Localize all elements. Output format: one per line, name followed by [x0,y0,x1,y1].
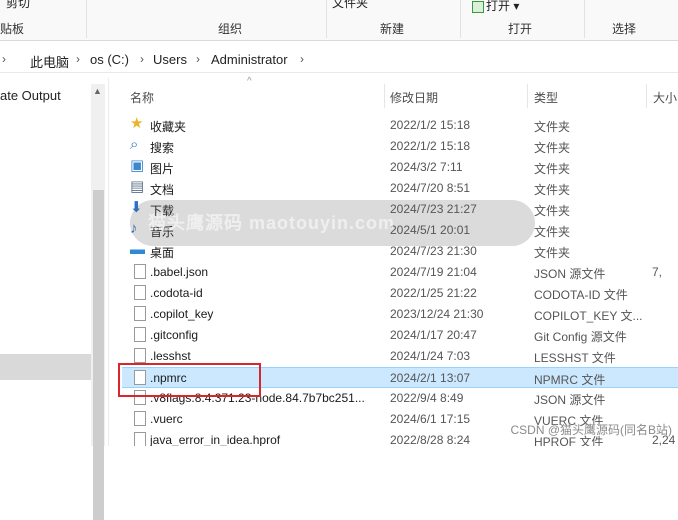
group-clipboard-label: 贴板 [0,22,25,36]
group-select-label: 选择 [612,22,637,36]
breadcrumb-administrator[interactable]: Administrator [211,52,288,67]
open-icon [472,0,484,13]
ribbon: 剪切 文件夹 打开 ▾ 贴板 组织 新建 打开 选择 [0,0,678,41]
group-new-label: 新建 [380,22,405,36]
file-name: .gitconfig [150,328,199,342]
chevron-right-icon[interactable]: › [76,52,80,66]
file-date: 2024/1/17 20:47 [390,328,477,342]
file-row[interactable]: ★ 收藏夹 2022/1/2 15:18 文件夹 [122,115,678,136]
ribbon-divider [86,0,87,38]
file-date: 2022/1/2 15:18 [390,139,471,153]
file-date: 2022/9/4 8:49 [390,391,464,405]
file-date: 2023/12/24 21:30 [390,307,484,321]
file-name: .codota-id [150,286,203,300]
file-type: JSON 源文件 [534,267,606,281]
nav-scrollbar-thumb[interactable] [93,190,104,520]
file-name: 图片 [150,162,175,176]
file-icon [134,285,146,300]
file-row[interactable]: .babel.json 2024/7/19 21:04 JSON 源文件 7, [122,262,678,283]
chevron-right-icon[interactable]: › [300,52,304,66]
highlight-annotation-box [118,363,261,397]
file-name: .lesshst [150,349,191,363]
chevron-right-icon[interactable]: › [196,52,200,66]
scroll-up-arrow-icon[interactable]: ▲ [93,86,102,96]
open-caret-icon[interactable]: ▾ [513,0,519,13]
picture-icon: ▣ [130,157,145,174]
file-name: 收藏夹 [150,120,187,134]
column-divider[interactable] [527,84,528,108]
document-icon: ▤ [130,178,145,195]
file-type: CODOTA-ID 文件 [534,288,628,302]
file-type: 文件夹 [534,183,571,197]
file-icon [134,264,146,279]
file-date: 2024/7/20 8:51 [390,181,471,195]
new-folder-button[interactable]: 文件夹 [332,0,368,11]
file-icon [134,306,146,321]
file-type: 文件夹 [534,204,571,218]
file-type: 文件夹 [534,141,571,155]
file-name: java_error_in_idea.hprof [150,433,281,446]
star-icon: ★ [130,115,144,132]
file-name: .vuerc [150,412,183,426]
navigation-pane: ate Output ▲ [0,78,109,520]
file-type: JSON 源文件 [534,393,606,407]
breadcrumb-drive-c[interactable]: os (C:) [90,52,129,67]
file-type: NPMRC 文件 [534,373,606,387]
file-type: 文件夹 [534,162,571,176]
file-name: 搜索 [150,141,175,155]
file-date: 2024/7/23 21:30 [390,244,477,258]
chevron-right-icon: › [2,52,6,66]
file-name: 文档 [150,183,175,197]
chevron-right-icon[interactable]: › [140,52,144,66]
file-type: Git Config 源文件 [534,330,627,344]
file-date: 2022/1/2 15:18 [390,118,471,132]
file-icon [134,411,146,426]
cut-button[interactable]: 剪切 [6,0,30,11]
ribbon-divider [460,0,461,38]
nav-item[interactable]: ate Output [0,88,61,103]
file-type: 文件夹 [534,225,571,239]
file-row[interactable]: ▣ 图片 2024/3/2 7:11 文件夹 [122,157,678,178]
open-button-label: 打开 [486,0,511,13]
file-date: 2024/2/1 13:07 [390,371,471,385]
file-icon [134,327,146,342]
ribbon-divider [326,0,327,38]
file-date: 2024/6/1 17:15 [390,412,471,426]
file-row[interactable]: ⌕ 搜索 2022/1/2 15:18 文件夹 [122,136,678,157]
file-date: 2024/1/24 7:03 [390,349,471,363]
file-type: COPILOT_KEY 文... [534,309,643,323]
breadcrumb-this-pc[interactable]: 此电脑 [30,52,69,71]
file-date: 2024/3/2 7:11 [390,160,463,174]
sort-ascending-icon: ^ [247,76,252,87]
magnifier-icon: ⌕ [130,136,139,153]
column-divider[interactable] [646,84,647,108]
open-button[interactable]: 打开 ▾ [472,0,519,14]
file-size: 7, [652,265,663,279]
address-bar[interactable]: › 此电脑 › os (C:) › Users › Administrator … [0,46,678,73]
file-row[interactable]: .gitconfig 2024/1/17 20:47 Git Config 源文件 [122,325,678,346]
file-type: LESSHST 文件 [534,351,616,365]
csdn-watermark: CSDN @猫头鹰源码(同名B站) [510,423,672,437]
watermark: 猫头鹰源码 maotouyin.com [130,200,535,246]
ribbon-divider [584,0,585,38]
file-type: 文件夹 [534,246,571,260]
group-open-label: 打开 [508,22,533,36]
file-name: 桌面 [150,246,175,260]
group-organize-label: 组织 [218,22,243,36]
breadcrumb-users[interactable]: Users [153,52,187,67]
file-icon [134,432,146,446]
file-row[interactable]: .codota-id 2022/1/25 21:22 CODOTA-ID 文件 [122,283,678,304]
nav-item-selected[interactable] [0,354,91,380]
file-date: 2022/1/25 21:22 [390,286,477,300]
file-name: .babel.json [150,265,209,279]
file-date: 2022/8/28 8:24 [390,433,471,446]
file-row[interactable]: .copilot_key 2023/12/24 21:30 COPILOT_KEY … [122,304,678,325]
file-date: 2024/7/19 21:04 [390,265,477,279]
file-row[interactable]: ▤ 文档 2024/7/20 8:51 文件夹 [122,178,678,199]
file-icon [134,348,146,363]
file-name: .copilot_key [150,307,214,321]
column-divider[interactable] [384,84,385,108]
file-type: 文件夹 [534,120,571,134]
